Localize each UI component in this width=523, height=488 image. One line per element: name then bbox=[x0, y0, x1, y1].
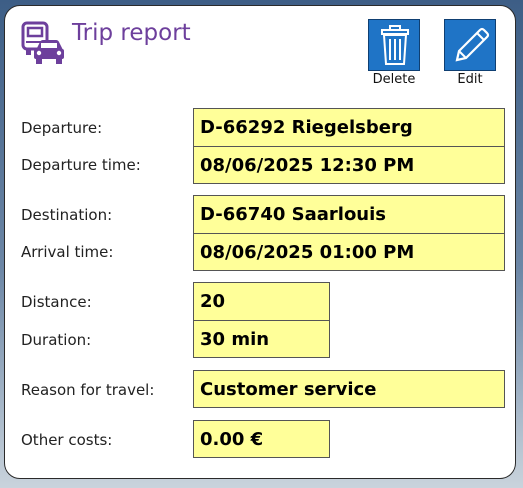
other-costs-field[interactable]: 0.00 € bbox=[193, 420, 330, 458]
distance-field[interactable]: 20 bbox=[193, 282, 330, 321]
arrival-time-field[interactable]: 08/06/2025 01:00 PM bbox=[193, 233, 505, 271]
departure-time-label: Departure time: bbox=[21, 156, 141, 174]
vehicles-icon bbox=[21, 21, 64, 64]
delete-button[interactable] bbox=[368, 19, 420, 71]
departure-label: Departure: bbox=[21, 119, 103, 137]
arrival-time-label: Arrival time: bbox=[21, 243, 114, 261]
edit-label[interactable]: Edit bbox=[440, 72, 500, 87]
distance-label: Distance: bbox=[21, 293, 92, 311]
duration-label: Duration: bbox=[21, 331, 92, 349]
page-title: Trip report bbox=[72, 20, 191, 46]
destination-field[interactable]: D-66740 Saarlouis bbox=[193, 195, 505, 234]
departure-time-field[interactable]: 08/06/2025 12:30 PM bbox=[193, 146, 505, 184]
edit-button[interactable] bbox=[444, 19, 496, 71]
delete-label[interactable]: Delete bbox=[364, 72, 424, 87]
destination-label: Destination: bbox=[21, 206, 113, 224]
pencil-icon bbox=[455, 27, 490, 62]
other-costs-label: Other costs: bbox=[21, 431, 113, 449]
reason-field[interactable]: Customer service bbox=[193, 370, 505, 408]
duration-field[interactable]: 30 min bbox=[193, 320, 330, 358]
trash-icon bbox=[381, 25, 409, 65]
reason-label: Reason for travel: bbox=[21, 381, 155, 399]
departure-field[interactable]: D-66292 Riegelsberg bbox=[193, 108, 505, 147]
trip-report-card: Trip report Delete Edit Departure: D-662… bbox=[4, 5, 516, 479]
